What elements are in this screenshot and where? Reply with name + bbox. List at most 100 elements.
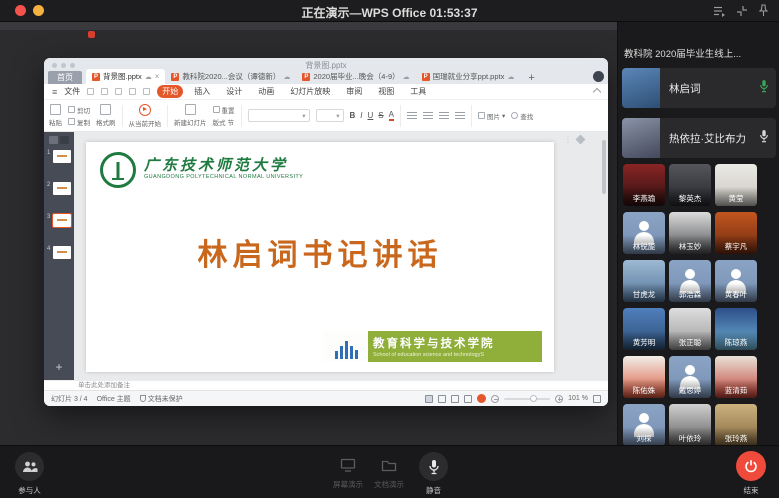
participant-tile[interactable]: 陈佑姝 xyxy=(623,356,665,398)
mute-button[interactable]: 静音 xyxy=(419,452,448,496)
bullet-list-icon[interactable] xyxy=(439,112,449,120)
participant-tile[interactable]: 郭浩森 xyxy=(669,260,711,302)
insert-picture-button[interactable]: 图片▾ xyxy=(478,111,505,121)
featured-participant[interactable]: 热依拉·艾比布力 xyxy=(622,118,776,158)
menu-tab-4[interactable]: 动画 xyxy=(253,85,279,98)
menu-tab-2[interactable]: 插入 xyxy=(189,85,215,98)
menu-tab-5[interactable]: 幻灯片放映 xyxy=(285,85,335,98)
slide-thumbnail[interactable]: 3 xyxy=(44,212,74,242)
wps-document-tab[interactable]: P背景图.pptx☁× xyxy=(86,69,165,84)
protection-status[interactable]: 文档未保护 xyxy=(148,394,183,404)
college-name-zh: 教育科学与技术学院 xyxy=(373,335,537,351)
normal-view-icon[interactable] xyxy=(425,395,433,403)
fit-slide-icon[interactable] xyxy=(593,395,601,403)
line-spacing-icon[interactable] xyxy=(455,112,465,120)
bold-button[interactable]: B xyxy=(350,111,356,120)
wps-account-avatar[interactable] xyxy=(593,71,604,82)
screen-share-button[interactable]: 屏幕演示 xyxy=(333,458,363,490)
wps-document-tab[interactable]: P国瑞就业分享ppt.pptx☁ xyxy=(416,69,521,84)
canvas-scrollbar[interactable] xyxy=(602,140,606,372)
notes-bar[interactable]: 单击此处添加备注 xyxy=(44,380,608,390)
section-button[interactable]: 节 xyxy=(228,117,235,127)
layout-icon[interactable] xyxy=(713,5,726,17)
font-size-select[interactable]: ▾ xyxy=(316,109,344,122)
hamburger-icon[interactable]: ≡ xyxy=(52,87,57,97)
participant-tile[interactable]: 张玲燕 xyxy=(715,404,757,446)
font-family-select[interactable]: ▾ xyxy=(248,109,310,122)
participant-name: 郭浩森 xyxy=(669,283,711,302)
slide-thumbnail[interactable]: 4 xyxy=(44,244,74,274)
wps-document-tab[interactable]: P2020届毕业...晚会（4-9）☁ xyxy=(296,69,415,84)
zoom-slider[interactable] xyxy=(504,398,550,400)
thumbnail-view-toggle[interactable] xyxy=(60,136,69,144)
participant-tile[interactable]: 黄芳明 xyxy=(623,308,665,350)
menu-tab-1[interactable]: 开始 xyxy=(157,85,183,98)
featured-participant[interactable]: 林启词 xyxy=(622,68,776,108)
zoom-out-icon[interactable] xyxy=(491,395,499,403)
wps-home-button[interactable]: 首页 xyxy=(48,71,82,84)
slide-thumbnail[interactable]: 2 xyxy=(44,180,74,210)
paste-button[interactable]: 粘贴 xyxy=(49,104,62,127)
add-slide-button[interactable]: + xyxy=(44,360,74,374)
slideshow-icon[interactable] xyxy=(477,394,486,403)
participant-name: 黄春叶 xyxy=(715,283,757,302)
participant-tile[interactable]: 林锐旎 xyxy=(623,212,665,254)
new-tab-button[interactable]: + xyxy=(528,72,534,84)
redo-icon[interactable] xyxy=(143,88,150,95)
slide-sorter-icon[interactable] xyxy=(438,395,446,403)
participant-tile[interactable]: 蓝清茹 xyxy=(715,356,757,398)
participant-tile[interactable]: 戴思婷 xyxy=(669,356,711,398)
pointer-diamond-icon xyxy=(576,135,586,145)
notes-view-icon[interactable] xyxy=(464,395,472,403)
find-button[interactable]: 查找 xyxy=(511,111,533,121)
font-color-button[interactable]: A xyxy=(389,110,394,121)
layout-button[interactable]: 版式 xyxy=(213,117,226,127)
participant-tile[interactable]: 黄莹 xyxy=(715,164,757,206)
italic-button[interactable]: I xyxy=(360,111,362,120)
align-center-icon[interactable] xyxy=(423,112,433,120)
drag-handle-icon[interactable]: ⋮ xyxy=(564,135,572,144)
wps-status-bar: 幻灯片 3 / 4 Office 主题 文档未保护 101 % xyxy=(44,390,608,406)
pin-icon[interactable] xyxy=(758,4,769,17)
participant-tile[interactable]: 叶依玲 xyxy=(669,404,711,446)
undo-icon[interactable] xyxy=(129,88,136,95)
participant-tile[interactable]: 刘棌 xyxy=(623,404,665,446)
new-slide-button[interactable]: 新建幻灯片 xyxy=(174,104,207,127)
zoom-in-icon[interactable] xyxy=(555,395,563,403)
align-left-icon[interactable] xyxy=(407,112,417,120)
doc-share-button[interactable]: 文档演示 xyxy=(374,458,404,490)
wps-document-tab[interactable]: P教科院2020...会议（谭德新）☁ xyxy=(165,69,296,84)
print-icon[interactable] xyxy=(115,88,122,95)
end-meeting-button[interactable]: 结束 xyxy=(736,451,766,496)
reset-button[interactable]: 重置 xyxy=(213,105,235,115)
save-icon[interactable] xyxy=(87,88,94,95)
participant-tile[interactable]: 甘虎龙 xyxy=(623,260,665,302)
file-menu[interactable]: 文件 xyxy=(64,86,80,97)
participant-tile[interactable]: 李燕瑜 xyxy=(623,164,665,206)
participant-tile[interactable]: 黄春叶 xyxy=(715,260,757,302)
participants-sidebar: 教科院 2020届毕业生线上... 林启词热依拉·艾比布力 李燕瑜黎英杰黄莹林锐… xyxy=(617,22,779,445)
output-icon[interactable] xyxy=(101,88,108,95)
strikethrough-button[interactable]: S xyxy=(378,111,383,120)
menu-tab-7[interactable]: 视图 xyxy=(373,85,399,98)
exit-fullscreen-icon[interactable] xyxy=(736,5,748,17)
participant-tile[interactable]: 陈琼燕 xyxy=(715,308,757,350)
close-tab-icon[interactable]: × xyxy=(155,72,160,81)
play-from-current-button[interactable]: 从当前开始 xyxy=(129,104,162,128)
format-painter-button[interactable]: 格式刷 xyxy=(96,104,116,127)
underline-button[interactable]: U xyxy=(368,111,374,120)
menu-tab-8[interactable]: 工具 xyxy=(405,85,431,98)
collapse-ribbon-icon[interactable] xyxy=(593,87,601,95)
reading-view-icon[interactable] xyxy=(451,395,459,403)
copy-button[interactable]: 复制 xyxy=(68,117,90,127)
participant-tile[interactable]: 张正聪 xyxy=(669,308,711,350)
slide-thumbnail[interactable]: 1 xyxy=(44,148,74,178)
menu-tab-3[interactable]: 设计 xyxy=(221,85,247,98)
menu-tab-6[interactable]: 审阅 xyxy=(341,85,367,98)
participants-button[interactable]: 参与人 xyxy=(15,452,44,496)
cut-button[interactable]: 剪切 xyxy=(68,105,90,115)
outline-view-toggle[interactable] xyxy=(49,136,58,144)
participant-tile[interactable]: 黎英杰 xyxy=(669,164,711,206)
participant-tile[interactable]: 林玉妙 xyxy=(669,212,711,254)
participant-tile[interactable]: 蔡宇凡 xyxy=(715,212,757,254)
